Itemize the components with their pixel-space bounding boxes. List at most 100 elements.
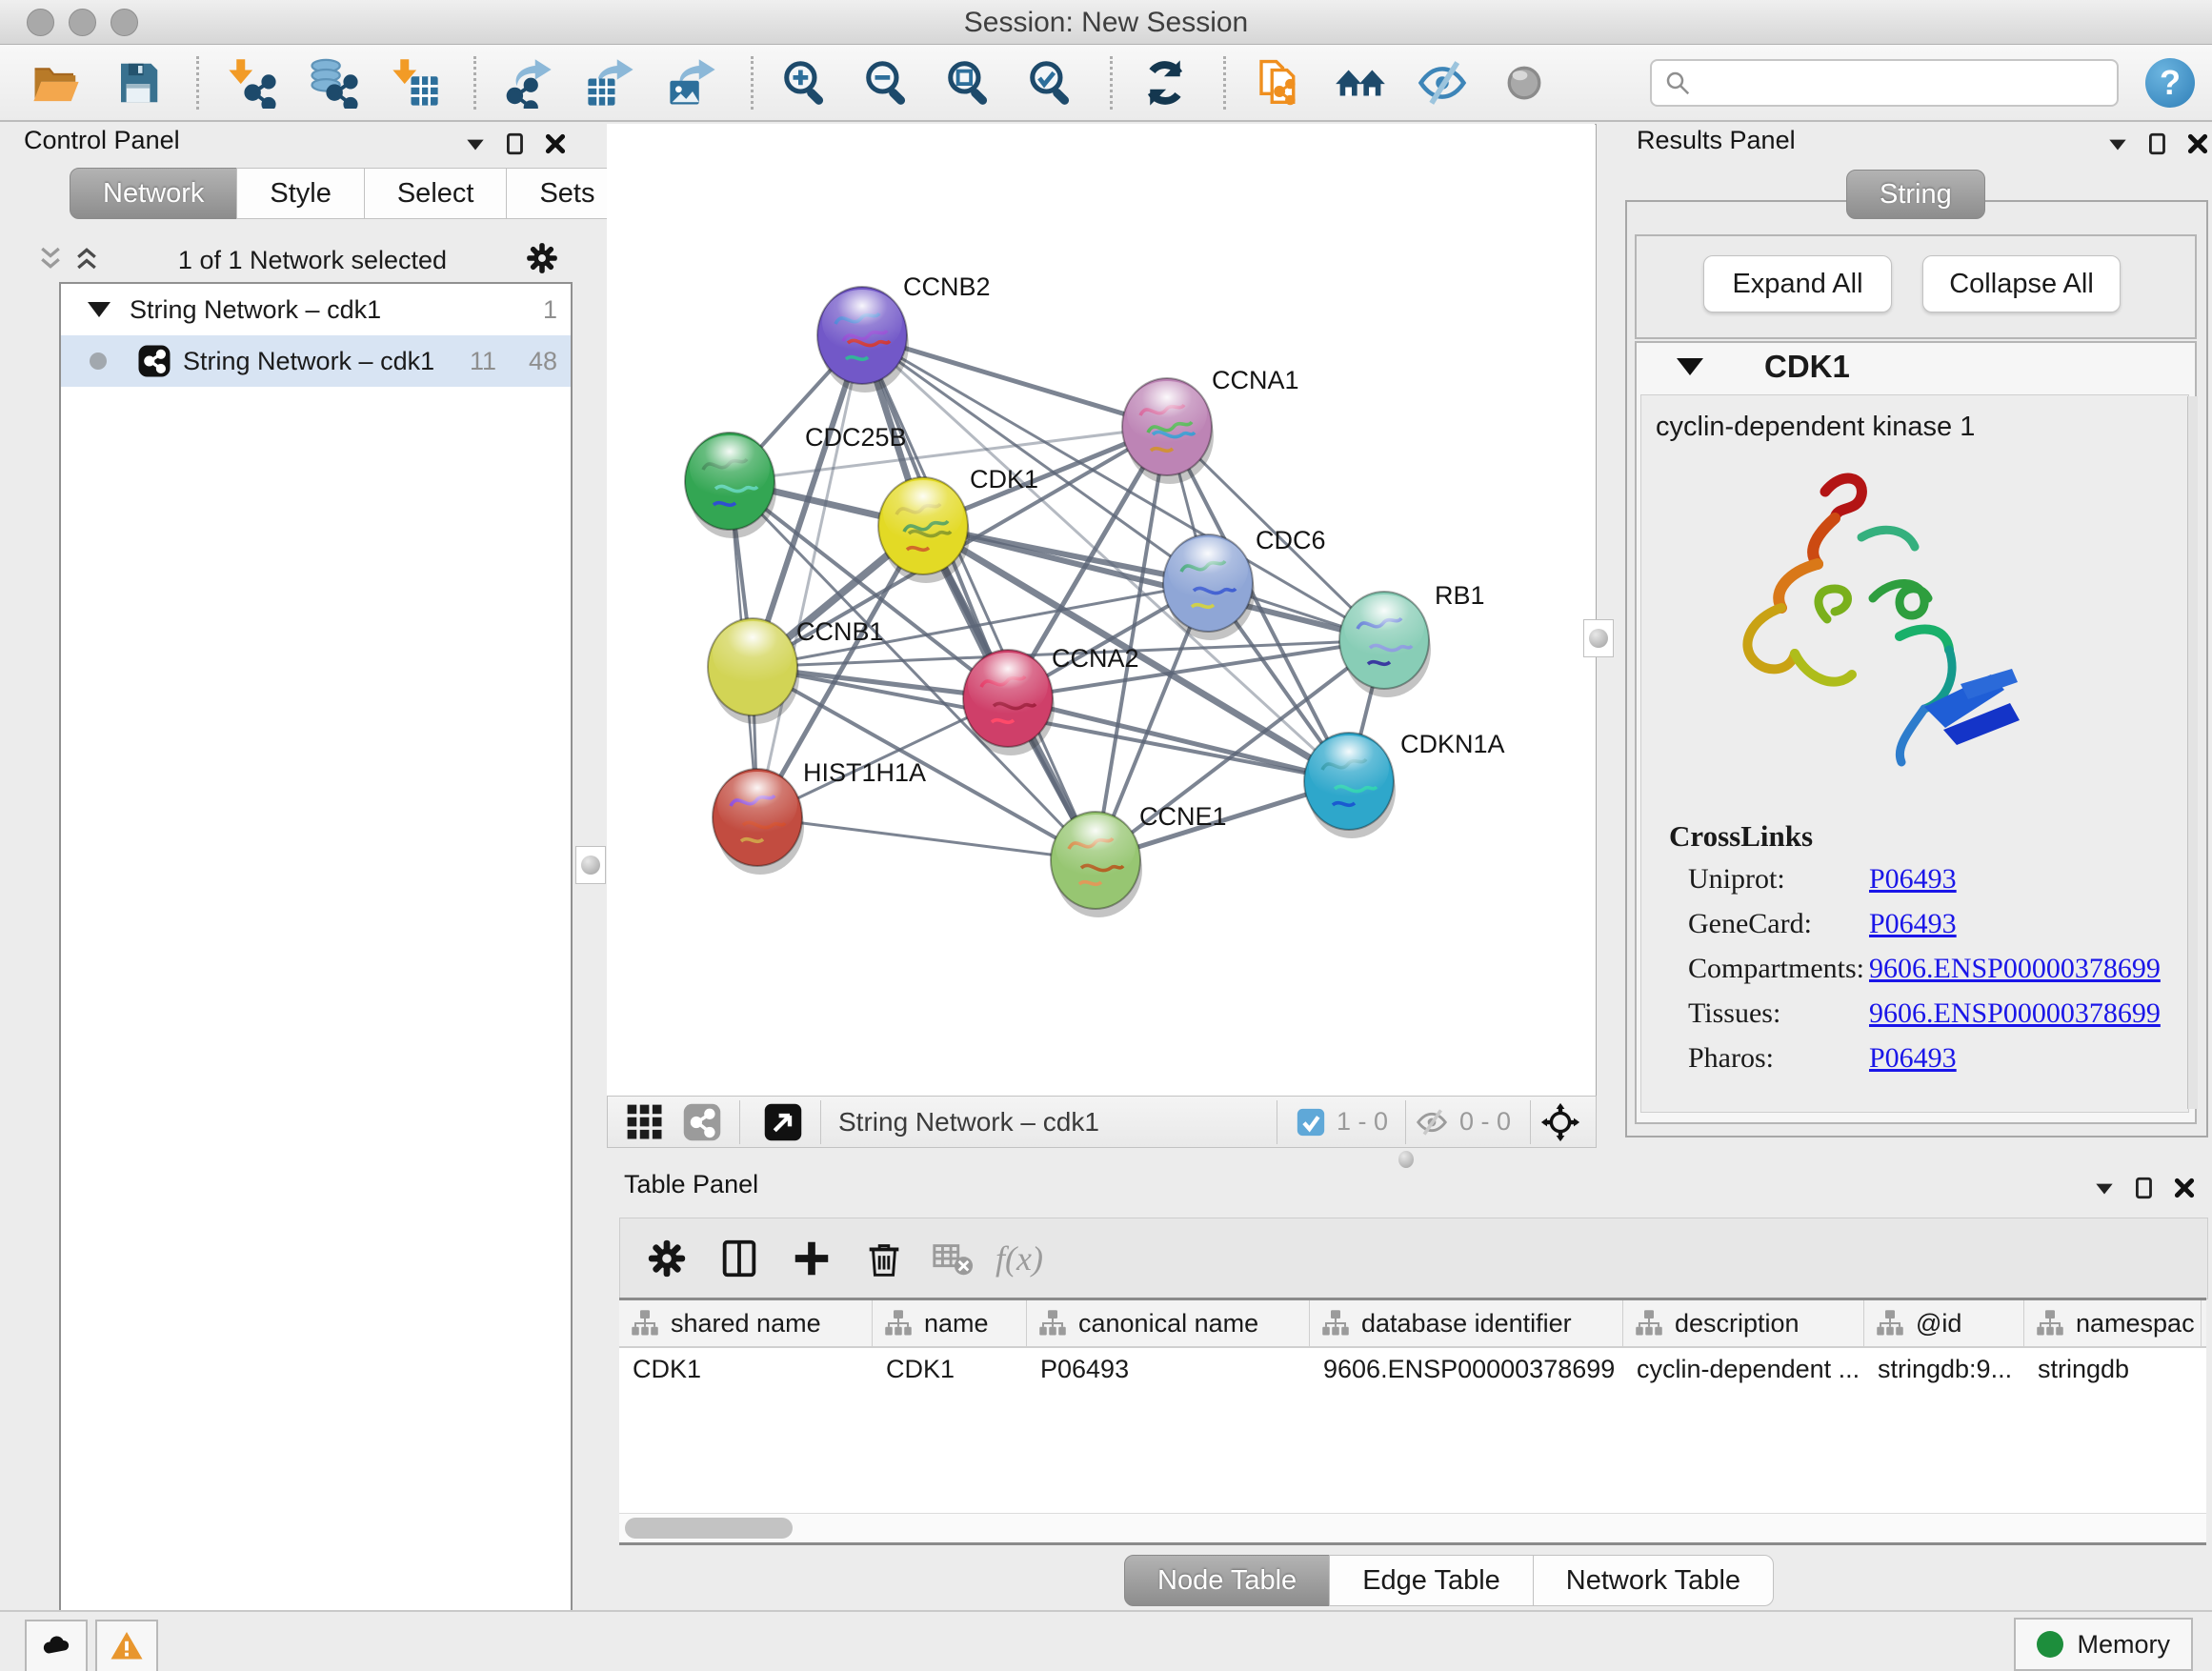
network-background[interactable] (607, 124, 1595, 1096)
search-input[interactable] (1699, 67, 2105, 98)
fit-selected-crosshair-button[interactable] (1540, 1102, 1580, 1142)
table-cell[interactable]: P06493 (1027, 1348, 1310, 1390)
table-panel-close-icon[interactable] (2172, 1176, 2197, 1200)
network-options-gear-icon[interactable] (524, 240, 560, 281)
add-column-button[interactable] (790, 1237, 834, 1280)
zoom-in-button[interactable] (778, 55, 834, 111)
table-cell[interactable]: CDK1 (873, 1348, 1027, 1390)
control-panel-close-icon[interactable] (543, 131, 568, 156)
zoom-fit-button[interactable] (942, 55, 997, 111)
tab-edge-table[interactable]: Edge Table (1329, 1555, 1534, 1606)
crosslink-link[interactable]: P06493 (1869, 908, 1957, 940)
selected-checkbox-icon[interactable] (1295, 1106, 1327, 1138)
zoom-out-button[interactable] (860, 55, 915, 111)
string-network-badge-icon (137, 344, 171, 378)
gene-header[interactable]: CDK1 (1677, 349, 2153, 385)
export-image-button[interactable] (665, 55, 720, 111)
refresh-view-button[interactable] (1137, 55, 1193, 111)
search-field[interactable] (1650, 59, 2119, 107)
selected-count: 1 - 0 (1337, 1107, 1388, 1137)
results-panel-menu-icon[interactable] (2105, 131, 2130, 156)
collection-expander-icon[interactable] (88, 302, 111, 317)
column-header-canonical-name[interactable]: canonical name (1027, 1300, 1310, 1346)
expand-all-icon[interactable] (72, 244, 101, 277)
toolbar-separator (473, 56, 476, 110)
tab-network-table[interactable]: Network Table (1533, 1555, 1774, 1606)
gray-eye-button[interactable] (1497, 55, 1552, 111)
export-network-button[interactable] (501, 55, 556, 111)
tab-string[interactable]: String (1846, 170, 1985, 219)
export-table-button[interactable] (583, 55, 638, 111)
cytoscape-window: Session: New Session ? Control Panel Net… (0, 0, 2212, 1671)
show-columns-button[interactable] (717, 1237, 761, 1280)
table-cell[interactable]: 9606.ENSP00000378699 (1310, 1348, 1623, 1390)
network-view-toolbar: String Network – cdk1 1 - 0 0 - 0 (607, 1096, 1597, 1148)
table-panel-menu-icon[interactable] (2092, 1176, 2117, 1200)
collection-label: String Network – cdk1 (130, 295, 496, 325)
export-network-icon (503, 57, 554, 109)
open-session-icon (30, 57, 82, 109)
table-header-row: shared namenamecanonical namedatabase id… (619, 1300, 2206, 1348)
save-session-button[interactable] (111, 55, 166, 111)
table-cell[interactable]: stringdb:9... (1864, 1348, 2024, 1390)
table-cell[interactable]: cyclin-dependent ... (1623, 1348, 1864, 1390)
table-hscrollbar[interactable] (619, 1513, 2206, 1545)
warning-button[interactable] (95, 1620, 158, 1671)
grid-view-button[interactable] (625, 1102, 665, 1142)
results-panel-close-icon[interactable] (2185, 131, 2210, 156)
column-header-database-identifier[interactable]: database identifier (1310, 1300, 1623, 1346)
network-collection-row[interactable]: String Network – cdk1 1 (61, 284, 571, 335)
cloud-button[interactable] (25, 1620, 88, 1671)
zoom-selected-button[interactable] (1024, 55, 1079, 111)
help-button[interactable]: ? (2145, 58, 2195, 108)
table-cell[interactable]: stringdb (2024, 1348, 2202, 1390)
home-button[interactable] (1333, 55, 1388, 111)
tab-select[interactable]: Select (364, 168, 508, 219)
column-header-description[interactable]: description (1623, 1300, 1864, 1346)
tab-network[interactable]: Network (70, 168, 237, 219)
crosslink-link[interactable]: P06493 (1869, 863, 1957, 896)
left-splitter-handle[interactable] (575, 846, 606, 884)
results-scrollbar[interactable] (2187, 396, 2198, 1109)
gene-expander-icon[interactable] (1677, 358, 1703, 375)
column-header-shared-name[interactable]: shared name (619, 1300, 873, 1346)
zoom-out-icon (862, 57, 914, 109)
network-canvas[interactable]: CCNB2CCNA1CDC25BCDK1CDC6RB1CCNB1CCNA2CDK… (607, 124, 1595, 1096)
memory-button[interactable]: Memory (2014, 1618, 2193, 1671)
network-share-view-button[interactable] (682, 1102, 722, 1142)
table-hscrollbar-thumb[interactable] (625, 1518, 793, 1539)
bottom-status-bar: Memory (0, 1610, 2212, 1671)
import-database-button[interactable] (306, 55, 361, 111)
crosslink-link[interactable]: 9606.ENSP00000378699 (1869, 953, 2161, 985)
table-row[interactable]: CDK1CDK1P064939606.ENSP00000378699cyclin… (619, 1348, 2206, 1390)
hide-eye-button[interactable] (1415, 55, 1470, 111)
crosslink-link[interactable]: P06493 (1869, 1042, 1957, 1075)
column-header-name[interactable]: name (873, 1300, 1027, 1346)
tab-style[interactable]: Style (236, 168, 364, 219)
tab-node-table[interactable]: Node Table (1124, 1555, 1330, 1606)
horizontal-splitter-handle[interactable] (1394, 1149, 1418, 1170)
collapse-all-icon[interactable] (36, 244, 65, 277)
results-panel-float-icon[interactable] (2145, 131, 2170, 156)
column-header--id[interactable]: @id (1864, 1300, 2024, 1346)
import-table-button[interactable] (388, 55, 443, 111)
expand-all-button[interactable]: Expand All (1703, 255, 1892, 312)
crosslink-label: Compartments: (1688, 953, 1869, 985)
open-session-button[interactable] (29, 55, 84, 111)
toolbar-separator (1223, 56, 1226, 110)
table-settings-gear-button[interactable] (645, 1237, 689, 1280)
import-network-button[interactable] (224, 55, 279, 111)
control-panel-menu-icon[interactable] (463, 131, 488, 156)
crosslink-row: Uniprot:P06493 (1688, 863, 2183, 896)
table-cell[interactable]: CDK1 (619, 1348, 873, 1390)
column-header-namespac[interactable]: namespac (2024, 1300, 2202, 1346)
network-row-selected[interactable]: String Network – cdk1 11 48 (61, 335, 571, 387)
control-panel-float-icon[interactable] (503, 131, 528, 156)
delete-column-button[interactable] (862, 1237, 906, 1280)
crosslink-link[interactable]: 9606.ENSP00000378699 (1869, 997, 2161, 1030)
share-session-button[interactable] (1251, 55, 1306, 111)
birdseye-view-button[interactable] (763, 1102, 803, 1142)
table-panel-float-icon[interactable] (2132, 1176, 2157, 1200)
collapse-all-button[interactable]: Collapse All (1922, 255, 2121, 312)
right-splitter-handle[interactable] (1583, 619, 1614, 657)
